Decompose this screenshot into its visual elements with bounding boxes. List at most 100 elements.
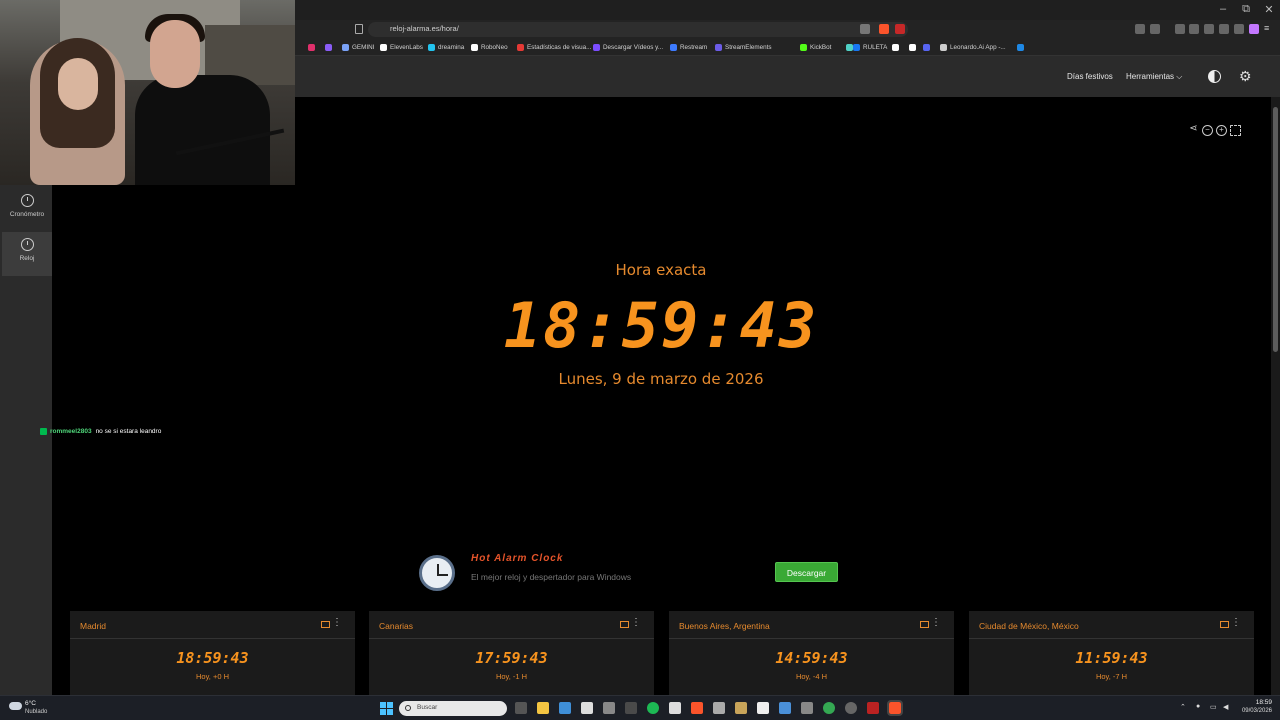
bookmark-item[interactable] bbox=[1017, 42, 1027, 53]
network-icon[interactable]: ▭ bbox=[1210, 703, 1217, 711]
bookmark-favicon-icon bbox=[308, 44, 315, 51]
app-icon[interactable] bbox=[603, 702, 615, 714]
taskbar-search[interactable]: Buscar bbox=[399, 701, 507, 716]
mic-icon[interactable]: ● bbox=[1196, 703, 1200, 710]
promo-title[interactable]: Hot Alarm Clock bbox=[471, 553, 563, 564]
app-icon[interactable] bbox=[779, 702, 791, 714]
download-button[interactable]: Descargar bbox=[775, 562, 838, 582]
promo-subtitle: El mejor reloj y despertador para Window… bbox=[471, 572, 632, 582]
bookmark-favicon-icon bbox=[940, 44, 947, 51]
close-button[interactable]: ✕ bbox=[1258, 3, 1280, 16]
url-text[interactable]: reloj-alarma.es/hora/ bbox=[390, 24, 459, 33]
more-vertical-icon[interactable]: ⋮ bbox=[931, 618, 941, 628]
more-vertical-icon[interactable]: ⋮ bbox=[332, 618, 342, 628]
monitor-icon[interactable] bbox=[321, 621, 330, 628]
bookmark-item[interactable]: RULETA bbox=[853, 42, 887, 53]
task-view-icon[interactable] bbox=[515, 702, 527, 714]
app-icon[interactable] bbox=[867, 702, 879, 714]
page-scrollbar[interactable] bbox=[1271, 97, 1280, 695]
city-card[interactable]: Madrid ⋮ 18:59:43 Hoy, +0 H bbox=[70, 611, 355, 695]
monitor-icon[interactable] bbox=[1220, 621, 1229, 628]
app-icon[interactable] bbox=[625, 702, 637, 714]
bookmark-item[interactable] bbox=[308, 42, 318, 53]
notepad-icon[interactable] bbox=[669, 702, 681, 714]
bookmark-item[interactable]: Leonardo.Ai App -... bbox=[940, 42, 1006, 53]
downloads-icon[interactable] bbox=[1150, 24, 1160, 34]
taskbar-time[interactable]: 18:59 bbox=[1244, 699, 1272, 706]
bookmark-icon[interactable] bbox=[355, 24, 363, 34]
windows-start-icon[interactable] bbox=[380, 702, 393, 715]
weather-temp[interactable]: 6°C bbox=[25, 700, 36, 707]
more-vertical-icon[interactable]: ⋮ bbox=[631, 618, 641, 628]
bookmark-item[interactable]: dreamina bbox=[428, 42, 464, 53]
media-icon[interactable] bbox=[1175, 24, 1185, 34]
app-icon[interactable] bbox=[581, 702, 593, 714]
profile-icon[interactable] bbox=[1249, 24, 1259, 34]
tray-chevron-icon[interactable]: ⌃ bbox=[1180, 703, 1186, 711]
bookmark-item[interactable]: Descargar Vídeos y... bbox=[593, 42, 663, 53]
city-card[interactable]: Canarias ⋮ 17:59:43 Hoy, -1 H bbox=[369, 611, 654, 695]
nav-tools[interactable]: Herramientas ⌵ bbox=[1126, 72, 1182, 82]
brave-active-icon[interactable] bbox=[887, 700, 903, 716]
city-card[interactable]: Ciudad de México, México ⋮ 11:59:43 Hoy, -7… bbox=[969, 611, 1254, 695]
zoom-out-icon[interactable]: − bbox=[1202, 125, 1213, 136]
share-icon[interactable]: ⋖ bbox=[1188, 124, 1199, 136]
bookmark-item[interactable]: RoboNeo bbox=[471, 42, 508, 53]
gear-icon[interactable]: ⚙ bbox=[1239, 69, 1253, 83]
share-icon[interactable] bbox=[860, 24, 870, 34]
capcut-icon[interactable] bbox=[757, 702, 769, 714]
address-bar[interactable]: reloj-alarma.es/hora/ bbox=[368, 22, 908, 37]
extensions-icon[interactable] bbox=[1135, 24, 1145, 34]
city-name[interactable]: Ciudad de México, México bbox=[979, 621, 1079, 631]
minimize-button[interactable]: – bbox=[1212, 3, 1234, 15]
file-explorer-icon[interactable] bbox=[537, 702, 549, 714]
clock-title: Hora exacta bbox=[615, 261, 707, 279]
bookmark-item[interactable]: Restream bbox=[670, 42, 707, 53]
scroll-thumb[interactable] bbox=[1273, 107, 1278, 352]
brave-shield-icon[interactable] bbox=[879, 24, 889, 34]
maximize-button[interactable]: ⧉ bbox=[1235, 3, 1257, 16]
contrast-icon[interactable] bbox=[1208, 70, 1221, 83]
bookmark-item[interactable]: KickBot bbox=[800, 42, 831, 53]
weather-condition[interactable]: Nublado bbox=[25, 709, 47, 715]
cloud-icon[interactable] bbox=[9, 702, 22, 710]
bookmark-item[interactable] bbox=[909, 42, 919, 53]
city-name[interactable]: Madrid bbox=[80, 621, 106, 631]
sidebar-item-stopwatch[interactable]: Cronómetro bbox=[2, 188, 52, 232]
extension-badge-icon[interactable] bbox=[895, 24, 905, 34]
city-name[interactable]: Canarias bbox=[379, 621, 413, 631]
bookmark-item[interactable]: StreamElements bbox=[715, 42, 772, 53]
taskbar-date[interactable]: 09/03/2026 bbox=[1238, 708, 1272, 714]
zoom-in-icon[interactable]: + bbox=[1216, 125, 1227, 136]
main-clock-time: 18:59:43 bbox=[503, 289, 819, 362]
vpn-icon[interactable] bbox=[1234, 24, 1244, 34]
app-icon[interactable] bbox=[559, 702, 571, 714]
more-vertical-icon[interactable]: ⋮ bbox=[1231, 618, 1241, 628]
nav-holidays[interactable]: Días festivos bbox=[1067, 72, 1113, 81]
bookmark-item[interactable]: Estadísticas de visua... bbox=[517, 42, 591, 53]
bookmark-item[interactable]: GEMINI bbox=[342, 42, 374, 53]
city-name[interactable]: Buenos Aires, Argentina bbox=[679, 621, 770, 631]
alarm-clock-logo[interactable] bbox=[419, 555, 455, 591]
obs-icon[interactable] bbox=[845, 702, 857, 714]
bookmark-item[interactable]: ElevenLabs bbox=[380, 42, 423, 53]
chrome-icon[interactable] bbox=[823, 702, 835, 714]
fullscreen-icon[interactable] bbox=[1230, 125, 1241, 136]
menu-icon[interactable]: ≡ bbox=[1264, 24, 1274, 34]
brave-icon[interactable] bbox=[691, 702, 703, 714]
bookmark-item[interactable] bbox=[325, 42, 335, 53]
wallet-icon[interactable] bbox=[1204, 24, 1214, 34]
city-time: 11:59:43 bbox=[1075, 649, 1148, 667]
leo-icon[interactable] bbox=[1219, 24, 1229, 34]
monitor-icon[interactable] bbox=[620, 621, 629, 628]
bookmark-item[interactable] bbox=[892, 42, 902, 53]
app-icon[interactable] bbox=[713, 702, 725, 714]
spotify-icon[interactable] bbox=[647, 702, 659, 714]
sidebar-toggle-icon[interactable] bbox=[1189, 24, 1199, 34]
app-icon[interactable] bbox=[801, 702, 813, 714]
app-icon[interactable] bbox=[735, 702, 747, 714]
monitor-icon[interactable] bbox=[920, 621, 929, 628]
volume-icon[interactable]: ◀ bbox=[1223, 703, 1228, 711]
bookmark-item[interactable] bbox=[923, 42, 933, 53]
city-card[interactable]: Buenos Aires, Argentina ⋮ 14:59:43 Hoy, -4 … bbox=[669, 611, 954, 695]
